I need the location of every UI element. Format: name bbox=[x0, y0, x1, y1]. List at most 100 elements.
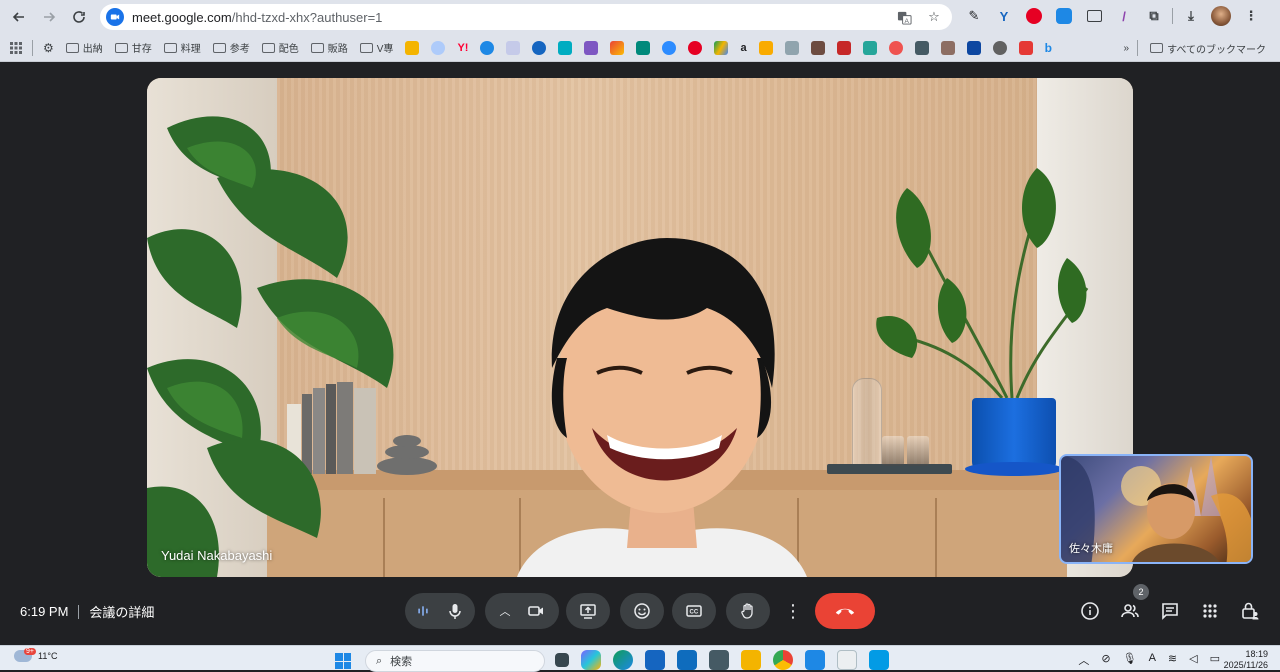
file-explorer-icon[interactable] bbox=[741, 650, 761, 670]
star-icon[interactable]: ☆ bbox=[924, 7, 944, 27]
meeting-details-link[interactable]: 会議の詳細 bbox=[89, 602, 154, 621]
camera-button[interactable]: ︿ bbox=[485, 593, 559, 629]
gmail-bookmark-icon[interactable] bbox=[606, 37, 628, 59]
sync-extension-icon[interactable] bbox=[1052, 4, 1076, 28]
bookmark-favicon-16[interactable] bbox=[781, 37, 803, 59]
bookmark-favicon-8[interactable] bbox=[580, 37, 602, 59]
taskbar-clock[interactable]: 18:19 2025/11/26 bbox=[1224, 649, 1268, 671]
captions-button[interactable]: CC bbox=[672, 593, 716, 629]
search-icon: ⌕ bbox=[376, 654, 383, 667]
emoji-icon bbox=[634, 603, 650, 619]
notes-icon[interactable] bbox=[805, 650, 825, 670]
bookmark-favicon-19[interactable] bbox=[859, 37, 881, 59]
camera-icon bbox=[527, 606, 543, 616]
pen-extension-icon[interactable]: / bbox=[1112, 4, 1136, 28]
bookmark-folder-5[interactable]: 配色 bbox=[258, 37, 303, 59]
y-extension-icon[interactable]: Y bbox=[992, 4, 1016, 28]
reload-icon[interactable] bbox=[64, 2, 94, 32]
forward-arrow-icon[interactable] bbox=[34, 2, 64, 32]
chevron-up-icon[interactable]: ︿ bbox=[500, 603, 511, 619]
bookmark-favicon-22[interactable] bbox=[937, 37, 959, 59]
apps-grid-icon[interactable] bbox=[6, 37, 26, 59]
microphone-tray-icon[interactable]: 🎙 bbox=[1123, 652, 1137, 668]
bookmarks-bar: ⚙ 出納 甘存 料理 参考 配色 販路 V專 Y! a b » すべてのブックマ… bbox=[0, 34, 1280, 62]
outlook-icon[interactable] bbox=[677, 650, 697, 670]
extensions-puzzle-icon[interactable]: ⧉ bbox=[1142, 4, 1166, 28]
volume-icon[interactable]: ◁ bbox=[1189, 652, 1197, 668]
profile-avatar[interactable] bbox=[1209, 4, 1233, 28]
image-extension-icon[interactable] bbox=[1082, 4, 1106, 28]
back-arrow-icon[interactable] bbox=[4, 2, 34, 32]
download-icon[interactable]: ⤓ bbox=[1179, 4, 1203, 28]
analytics-bookmark-icon[interactable] bbox=[755, 37, 777, 59]
ime-indicator-icon[interactable]: A bbox=[1149, 652, 1156, 668]
bookmark-folder-2[interactable]: 甘存 bbox=[111, 37, 156, 59]
bookmark-favicon-25[interactable] bbox=[1015, 37, 1037, 59]
bookmark-favicon-6[interactable] bbox=[528, 37, 550, 59]
bookmark-favicon-21[interactable] bbox=[911, 37, 933, 59]
microphone-button[interactable] bbox=[405, 593, 475, 629]
activities-button[interactable] bbox=[1194, 595, 1226, 627]
bookmark-folder-4[interactable]: 参考 bbox=[209, 37, 254, 59]
clock-date: 2025/11/26 bbox=[1223, 660, 1268, 670]
bookmark-favicon-24[interactable] bbox=[989, 37, 1011, 59]
more-bookmarks-icon[interactable]: » bbox=[1124, 43, 1130, 54]
chrome-taskbar-icon[interactable] bbox=[773, 650, 793, 670]
leave-call-button[interactable] bbox=[815, 593, 875, 629]
drive-bookmark-icon[interactable] bbox=[710, 37, 732, 59]
self-view-tile[interactable]: 佐々木庸 bbox=[1059, 454, 1253, 564]
bookmark-favicon-5[interactable] bbox=[502, 37, 524, 59]
wifi-icon[interactable]: ≋ bbox=[1168, 652, 1177, 668]
main-video-tile[interactable]: Yudai Nakabayashi bbox=[147, 78, 1133, 577]
settings-gear-icon[interactable]: ⚙ bbox=[39, 37, 58, 59]
bookmark-folder-7[interactable]: V專 bbox=[356, 37, 398, 59]
app-v-icon[interactable] bbox=[869, 650, 889, 670]
address-bar[interactable]: meet.google.com/hhd-tzxd-xhx?authuser=1 … bbox=[100, 4, 952, 30]
more-options-button[interactable]: ⋮ bbox=[780, 593, 806, 629]
windows-start-icon[interactable] bbox=[335, 653, 351, 669]
bookmark-favicon-17[interactable] bbox=[807, 37, 829, 59]
bookmark-folder-3[interactable]: 料理 bbox=[160, 37, 205, 59]
bookmark-favicon-23[interactable] bbox=[963, 37, 985, 59]
present-screen-button[interactable] bbox=[566, 593, 610, 629]
taskbar-search[interactable]: ⌕ 検索 bbox=[365, 650, 545, 672]
translate-icon[interactable]: A bbox=[894, 7, 914, 27]
bookmark-folder-6[interactable]: 販路 bbox=[307, 37, 352, 59]
bookmark-folder-1[interactable]: 出納 bbox=[62, 37, 107, 59]
folder-icon bbox=[114, 42, 128, 53]
battery-icon[interactable]: ▭ bbox=[1210, 652, 1220, 668]
raise-hand-button[interactable] bbox=[726, 593, 770, 629]
zoom-bookmark-icon[interactable] bbox=[658, 37, 680, 59]
store-icon[interactable] bbox=[645, 650, 665, 670]
search-placeholder: 検索 bbox=[390, 656, 413, 668]
bookmark-favicon-4[interactable] bbox=[476, 37, 498, 59]
bookmark-favicon-1[interactable] bbox=[401, 37, 423, 59]
location-icon[interactable]: ⊘ bbox=[1101, 652, 1110, 668]
chat-button[interactable] bbox=[1154, 595, 1186, 627]
all-bookmarks-folder[interactable]: すべてのブックマーク bbox=[1146, 37, 1270, 59]
apps-grid-icon bbox=[1203, 604, 1217, 618]
video-background bbox=[935, 498, 937, 577]
eyedropper-icon[interactable]: ✎ bbox=[962, 4, 986, 28]
bookmark-favicon-7[interactable] bbox=[554, 37, 576, 59]
meet-bookmark-icon[interactable] bbox=[632, 37, 654, 59]
meeting-info-button[interactable] bbox=[1074, 595, 1106, 627]
yahoo-bookmark-icon[interactable]: Y! bbox=[453, 37, 472, 59]
copilot-icon[interactable] bbox=[581, 650, 601, 670]
bookmark-favicon-20[interactable] bbox=[885, 37, 907, 59]
folder-icon bbox=[163, 42, 177, 53]
edge-icon[interactable] bbox=[613, 650, 633, 670]
amazon-bookmark-icon[interactable]: a bbox=[736, 37, 750, 59]
pinterest-bookmark-icon[interactable] bbox=[684, 37, 706, 59]
calculator-icon[interactable] bbox=[709, 650, 729, 670]
bookmark-favicon-2[interactable] bbox=[427, 37, 449, 59]
bookmark-favicon-18[interactable] bbox=[833, 37, 855, 59]
document-icon[interactable] bbox=[837, 650, 857, 670]
task-view-icon[interactable] bbox=[555, 653, 569, 667]
bookmark-favicon-26[interactable]: b bbox=[1041, 37, 1056, 59]
pinterest-icon[interactable] bbox=[1022, 4, 1046, 28]
chevron-up-icon[interactable]: ︿ bbox=[1078, 652, 1089, 668]
chrome-menu-icon[interactable]: ⋮ bbox=[1239, 4, 1263, 28]
host-controls-button[interactable] bbox=[1234, 595, 1266, 627]
reactions-button[interactable] bbox=[620, 593, 664, 629]
